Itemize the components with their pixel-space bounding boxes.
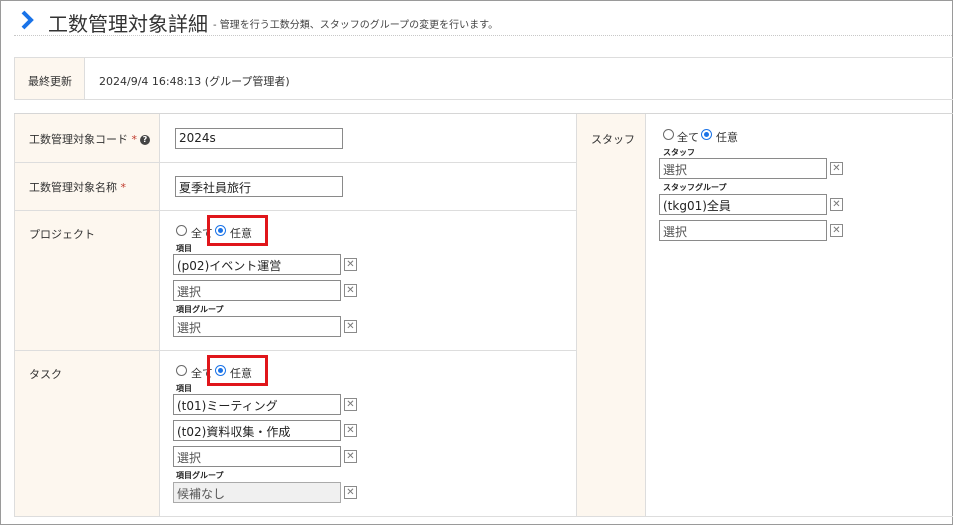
required-mark: * — [131, 133, 138, 146]
remove-icon[interactable]: ✕ — [344, 424, 357, 437]
chevron-right-icon — [21, 10, 34, 30]
project-item-input[interactable]: (p02)イベント運営 — [173, 254, 341, 275]
staff-group-select[interactable]: 選択 — [659, 220, 827, 241]
task-items-label: 項目 — [176, 384, 192, 393]
remove-icon[interactable]: ✕ — [344, 398, 357, 411]
row-divider — [15, 350, 576, 351]
remove-icon[interactable]: ✕ — [344, 450, 357, 463]
task-radio-any[interactable] — [215, 365, 226, 376]
remove-icon[interactable]: ✕ — [830, 224, 843, 237]
question-circle-icon[interactable]: ? — [140, 135, 150, 145]
staff-radio-all[interactable] — [663, 129, 674, 140]
staff-items-label: スタッフ — [663, 148, 695, 157]
project-items-label: 項目 — [176, 244, 192, 253]
row-divider — [15, 162, 576, 163]
remove-icon[interactable]: ✕ — [830, 162, 843, 175]
label-column — [15, 114, 160, 516]
last-updated-row: 最終更新 2024/9/4 16:48:13 (グループ管理者) — [14, 57, 953, 100]
staff-table: スタッフ 全て 任意 スタッフ 選択 ✕ スタッフグループ (tkg01)全員 … — [576, 114, 953, 517]
task-radio-any-label: 任意 — [230, 367, 252, 380]
remove-icon[interactable]: ✕ — [344, 258, 357, 271]
remove-icon[interactable]: ✕ — [344, 284, 357, 297]
staff-group-input[interactable]: (tkg01)全員 — [659, 194, 827, 215]
last-updated-value: 2024/9/4 16:48:13 (グループ管理者) — [99, 75, 290, 88]
staff-group-label: スタッフグループ — [663, 183, 727, 192]
staff-radio-all-label: 全て — [677, 131, 699, 144]
project-label: プロジェクト — [29, 228, 95, 241]
project-radio-any-label: 任意 — [230, 227, 252, 240]
project-group-select[interactable]: 選択 — [173, 316, 341, 337]
name-input[interactable]: 夏季社員旅行 — [175, 176, 343, 197]
page-subtitle: - 管理を行う工数分類、スタッフのグループの変更を行います。 — [213, 20, 499, 31]
task-item-select[interactable]: 選択 — [173, 446, 341, 467]
staff-select[interactable]: 選択 — [659, 158, 827, 179]
code-input[interactable]: 2024s — [175, 128, 343, 149]
staff-radio-any-label: 任意 — [716, 131, 738, 144]
row-divider — [15, 210, 576, 211]
project-radio-all[interactable] — [176, 225, 187, 236]
remove-icon[interactable]: ✕ — [344, 320, 357, 333]
task-label: タスク — [29, 368, 62, 381]
task-group-label: 項目グループ — [176, 471, 224, 480]
code-label: 工数管理対象コード *? — [29, 131, 150, 147]
page-header: 工数管理対象詳細 - 管理を行う工数分類、スタッフのグループの変更を行います。 — [14, 8, 952, 36]
form-table: 工数管理対象コード *? 2024s 工数管理対象名称 * 夏季社員旅行 プロジ… — [14, 114, 576, 517]
required-mark: * — [120, 181, 127, 194]
remove-icon[interactable]: ✕ — [344, 486, 357, 499]
remove-icon[interactable]: ✕ — [830, 198, 843, 211]
task-radio-all[interactable] — [176, 365, 187, 376]
task-item-input[interactable]: (t01)ミーティング — [173, 394, 341, 415]
staff-label-column — [577, 114, 646, 516]
task-group-select[interactable]: 候補なし — [173, 482, 341, 503]
project-item-select[interactable]: 選択 — [173, 280, 341, 301]
project-group-label: 項目グループ — [176, 305, 224, 314]
name-label: 工数管理対象名称 * — [29, 181, 127, 194]
staff-label: スタッフ — [591, 133, 635, 146]
task-item-input[interactable]: (t02)資料収集・作成 — [173, 420, 341, 441]
project-radio-any[interactable] — [215, 225, 226, 236]
staff-radio-any[interactable] — [701, 129, 712, 140]
last-updated-label: 最終更新 — [15, 58, 85, 99]
page-title: 工数管理対象詳細 — [48, 12, 208, 36]
